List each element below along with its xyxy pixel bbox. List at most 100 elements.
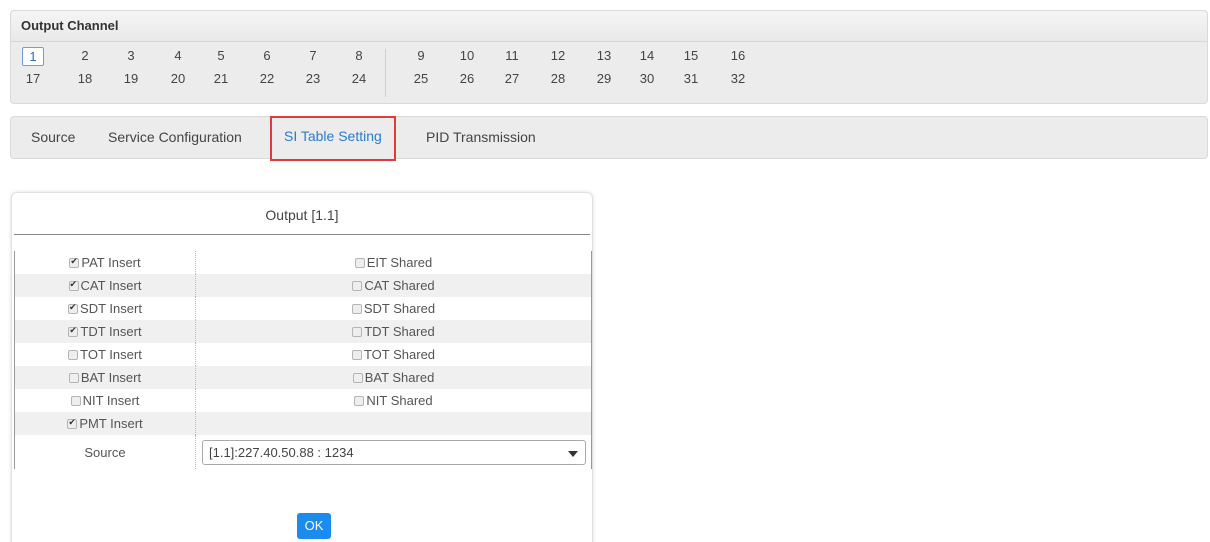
channel-3[interactable]: 3	[120, 47, 142, 64]
source-label: Source	[84, 444, 126, 460]
nit-insert-checkbox[interactable]	[70, 395, 81, 406]
shared-label: TDT Shared	[364, 324, 435, 339]
channel-17[interactable]: 17	[22, 70, 44, 87]
channel-5[interactable]: 5	[210, 47, 232, 64]
sdt-shared-checkbox[interactable]	[351, 303, 362, 314]
shared-cell: TOT Shared	[196, 343, 591, 366]
insert-cell: PAT Insert	[15, 251, 195, 274]
ok-button[interactable]: OK	[297, 513, 331, 539]
channel-25[interactable]: 25	[410, 70, 432, 87]
channel-7[interactable]: 7	[302, 47, 324, 64]
cat-shared-checkbox[interactable]	[352, 280, 363, 291]
shared-cell: CAT Shared	[196, 274, 591, 297]
insert-label: PAT Insert	[81, 255, 141, 270]
insert-label: TDT Insert	[80, 324, 142, 339]
channel-16[interactable]: 16	[727, 47, 749, 64]
shared-label: TOT Shared	[363, 347, 436, 362]
insert-label: SDT Insert	[80, 301, 142, 316]
source-row: Source [1.1]:227.40.50.88 : 1234	[15, 435, 591, 469]
shared-cell: SDT Shared	[196, 297, 591, 320]
channel-31[interactable]: 31	[680, 70, 702, 87]
si-row: TDT Insert TDT Shared	[15, 320, 591, 343]
insert-cell: NIT Insert	[15, 389, 195, 412]
insert-cell: BAT Insert	[15, 366, 195, 389]
si-row: SDT Insert SDT Shared	[15, 297, 591, 320]
channel-6[interactable]: 6	[256, 47, 278, 64]
shared-cell: TDT Shared	[196, 320, 591, 343]
channel-32[interactable]: 32	[727, 70, 749, 87]
channel-14[interactable]: 14	[636, 47, 658, 64]
shared-cell: BAT Shared	[196, 366, 591, 389]
channel-2[interactable]: 2	[74, 47, 96, 64]
source-select-value: [1.1]:227.40.50.88 : 1234	[209, 444, 354, 460]
si-row: PMT Insert	[15, 412, 591, 435]
insert-cell: SDT Insert	[15, 297, 195, 320]
channel-grid: 1 2 3 4 5 6 7 8 9 10 11 12 13 14 15 16 17 18 19 20 21 22 23 24 2…	[11, 42, 1207, 104]
channel-21[interactable]: 21	[210, 70, 232, 87]
channel-15[interactable]: 15	[680, 47, 702, 64]
tab-si-table-setting[interactable]: SI Table Setting	[270, 116, 396, 161]
channel-26[interactable]: 26	[456, 70, 478, 87]
tab-bar: Source Service Configuration SI Table Se…	[10, 116, 1208, 161]
pmt-insert-checkbox[interactable]	[67, 417, 78, 429]
si-row: CAT Insert CAT Shared	[15, 274, 591, 297]
si-table: PAT Insert EIT Shared CAT Insert CAT Shared…	[14, 251, 592, 469]
si-row: BAT Insert BAT Shared	[15, 366, 591, 389]
sdt-insert-checkbox[interactable]	[68, 302, 79, 314]
si-row: PAT Insert EIT Shared	[15, 251, 591, 274]
tot-shared-checkbox[interactable]	[351, 349, 362, 360]
channel-30[interactable]: 30	[636, 70, 658, 87]
tdt-shared-checkbox[interactable]	[352, 326, 363, 337]
channel-18[interactable]: 18	[74, 70, 96, 87]
tab-service-configuration[interactable]: Service Configuration	[108, 117, 242, 158]
pat-insert-checkbox[interactable]	[69, 256, 80, 268]
channel-12[interactable]: 12	[547, 47, 569, 64]
shared-label: BAT Shared	[364, 370, 435, 385]
tab-source[interactable]: Source	[31, 117, 75, 158]
channel-23[interactable]: 23	[302, 70, 324, 87]
shared-cell: EIT Shared	[196, 251, 591, 274]
tdt-insert-checkbox[interactable]	[68, 325, 79, 337]
insert-label: TOT Insert	[80, 347, 142, 362]
insert-label: NIT Insert	[82, 393, 140, 408]
channel-8[interactable]: 8	[348, 47, 370, 64]
si-row: NIT Insert NIT Shared	[15, 389, 591, 412]
shared-cell	[196, 412, 591, 435]
si-row: TOT Insert TOT Shared	[15, 343, 591, 366]
shared-cell: NIT Shared	[196, 389, 591, 412]
channel-13[interactable]: 13	[593, 47, 615, 64]
cat-insert-checkbox[interactable]	[68, 279, 79, 291]
tab-pid-transmission[interactable]: PID Transmission	[426, 117, 536, 158]
eit-shared-checkbox[interactable]	[354, 257, 365, 268]
channel-4[interactable]: 4	[167, 47, 189, 64]
nit-shared-checkbox[interactable]	[354, 395, 365, 406]
channel-20[interactable]: 20	[167, 70, 189, 87]
output-panel: Output [1.1] PAT Insert EIT Shared CAT Ins…	[11, 192, 593, 542]
output-channel-title: Output Channel	[11, 11, 1207, 42]
bat-insert-checkbox[interactable]	[68, 372, 79, 383]
source-select[interactable]: [1.1]:227.40.50.88 : 1234	[202, 439, 586, 465]
channel-22[interactable]: 22	[256, 70, 278, 87]
channel-9[interactable]: 9	[410, 47, 432, 64]
channel-24[interactable]: 24	[348, 70, 370, 87]
channel-28[interactable]: 28	[547, 70, 569, 87]
output-title: Output [1.1]	[14, 193, 590, 235]
channel-27[interactable]: 27	[501, 70, 523, 87]
channel-divider	[385, 49, 386, 97]
channel-29[interactable]: 29	[593, 70, 615, 87]
shared-label: SDT Shared	[363, 301, 436, 316]
channel-1[interactable]: 1	[22, 47, 44, 66]
shared-label: NIT Shared	[366, 393, 433, 408]
output-channel-panel: Output Channel 1 2 3 4 5 6 7 8 9 10 11 12 13 14 15 16 17…	[10, 10, 1208, 104]
shared-label: EIT Shared	[366, 255, 433, 270]
chevron-down-icon	[568, 450, 578, 457]
shared-label: CAT Shared	[364, 278, 435, 293]
insert-cell: PMT Insert	[15, 412, 195, 435]
channel-19[interactable]: 19	[120, 70, 142, 87]
bat-shared-checkbox[interactable]	[352, 372, 363, 383]
channel-10[interactable]: 10	[456, 47, 478, 64]
tot-insert-checkbox[interactable]	[68, 349, 79, 360]
channel-11[interactable]: 11	[501, 47, 523, 64]
insert-cell: CAT Insert	[15, 274, 195, 297]
insert-cell: TDT Insert	[15, 320, 195, 343]
